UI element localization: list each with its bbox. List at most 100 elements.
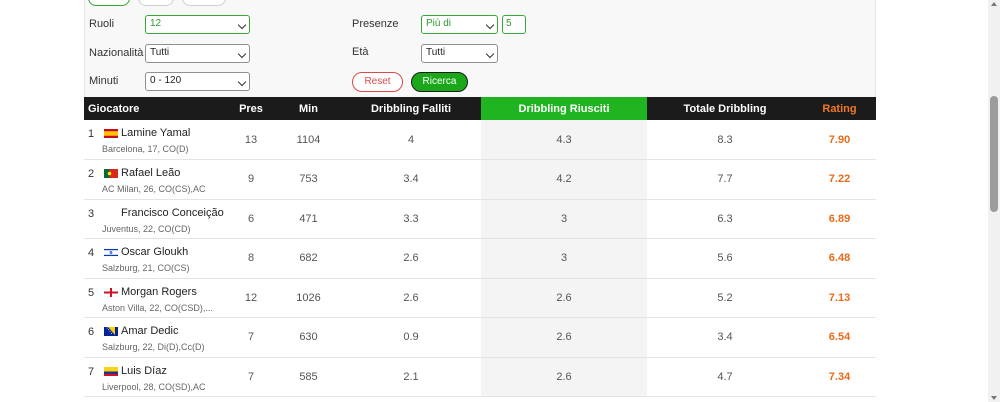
- dribbling-total-cell: 7.7: [647, 159, 803, 200]
- player-position-number: 4: [88, 247, 95, 259]
- rating-cell: 7.13: [803, 278, 876, 318]
- table-row[interactable]: 3 Francisco Conceição Juventus, 22, CO(CD)…: [84, 199, 876, 239]
- player-club-info: Salzburg, 21, CO(CS): [102, 263, 190, 273]
- header-dribbling-failed[interactable]: Dribbling Falliti: [341, 97, 481, 120]
- nazionalita-select[interactable]: Tutti: [145, 44, 250, 63]
- header-dribbling-success[interactable]: Dribbling Riusciti: [481, 97, 647, 120]
- dribbling-failed-cell: 2.6: [341, 278, 481, 318]
- spain-flag-icon: [104, 129, 118, 138]
- pres-cell: 7: [226, 357, 276, 397]
- table-row[interactable]: 2 Rafael Leão AC Milan, 26, CO(CS),AC 9 753 3…: [84, 159, 876, 200]
- page-scrollbar[interactable]: [988, 0, 1000, 402]
- player-name-link[interactable]: Lamine Yamal: [121, 127, 190, 139]
- player-position-number: 2: [88, 168, 95, 180]
- min-cell: 585: [276, 357, 341, 397]
- player-club-info: Juventus, 22, CO(CD): [102, 223, 191, 234]
- minuti-label: Minuti: [89, 75, 119, 87]
- presenze-select[interactable]: Più di: [421, 15, 498, 34]
- nazionalita-label: Nazionalità: [89, 47, 144, 59]
- england-flag-icon: [103, 287, 119, 297]
- portugal-flag-icon: [104, 169, 118, 178]
- player-name-link[interactable]: Luis Díaz: [121, 365, 167, 377]
- rating-cell: 7.22: [803, 159, 876, 200]
- dribbling-success-cell: 3: [481, 238, 647, 279]
- player-name-link[interactable]: Oscar Gloukh: [121, 246, 188, 258]
- minuti-value: 0 - 120: [150, 75, 182, 86]
- player-name-link[interactable]: Amar Dedic: [121, 325, 178, 337]
- dribbling-success-cell: 4.3: [481, 120, 647, 160]
- dribbling-failed-cell: 2.1: [341, 357, 481, 397]
- dribbling-failed-cell: 3.4: [341, 159, 481, 200]
- table-row[interactable]: 4 Oscar Gloukh Salzburg, 21, CO(CS) 8 682 2.6…: [84, 238, 876, 279]
- minuti-select[interactable]: 0 - 120: [145, 72, 250, 91]
- player-position-number: 3: [88, 207, 95, 220]
- table-row[interactable]: 1 Lamine Yamal Barcelona, 17, CO(D) 13 1104 4…: [84, 120, 876, 160]
- chevron-down-icon: [237, 49, 247, 59]
- header-dribbling-total[interactable]: Totale Dribbling: [647, 97, 803, 120]
- dribbling-failed-cell: 2.6: [341, 238, 481, 279]
- reset-button[interactable]: Reset: [352, 72, 403, 92]
- rating-cell: 7.90: [803, 120, 876, 160]
- player-position-number: 1: [88, 128, 95, 140]
- pres-cell: 8: [226, 238, 276, 279]
- dribbling-failed-cell: 4: [341, 120, 481, 160]
- eta-select[interactable]: Tutti: [421, 44, 498, 63]
- player-cell: 3 Francisco Conceição Juventus, 22, CO(CD): [84, 199, 226, 239]
- chevron-down-icon: [485, 49, 495, 59]
- eta-value: Tutti: [426, 47, 446, 58]
- header-pres[interactable]: Pres: [226, 97, 276, 120]
- colombia-flag-icon: [104, 366, 118, 376]
- table-row[interactable]: 5 Morgan Rogers Aston Villa, 22, CO(CSD),.…: [84, 278, 876, 318]
- player-cell: 2 Rafael Leão AC Milan, 26, CO(CS),AC: [84, 159, 226, 200]
- min-cell: 471: [276, 199, 341, 239]
- scrollbar-thumb[interactable]: [990, 96, 998, 212]
- ruoli-value: 12: [150, 18, 162, 29]
- presenze-value: Più di: [426, 18, 452, 29]
- chevron-down-icon: [237, 20, 247, 30]
- player-cell: 7 Luis Díaz Liverpool, 28, CO(SD),AC: [84, 357, 226, 397]
- rating-cell: 6.89: [803, 199, 876, 239]
- rating-cell: 6.54: [803, 317, 876, 358]
- scroll-up-arrow-icon[interactable]: [991, 2, 997, 6]
- dribbling-success-cell: 2.6: [481, 357, 647, 397]
- top-tab-active[interactable]: [88, 0, 130, 6]
- pres-cell: 7: [226, 317, 276, 358]
- min-cell: 630: [276, 317, 341, 358]
- pres-cell: 12: [226, 278, 276, 318]
- player-position-number: 7: [88, 365, 95, 378]
- header-rating[interactable]: Rating: [803, 97, 876, 120]
- dribbling-total-cell: 6.3: [647, 199, 803, 239]
- dribbling-success-cell: 2.6: [481, 278, 647, 318]
- chevron-down-icon: [485, 20, 495, 30]
- bosnia-flag-icon: [104, 327, 118, 336]
- player-position-number: 6: [88, 326, 95, 338]
- table-header-row: Giocatore Pres Min Dribbling Falliti Dri…: [84, 97, 876, 120]
- presenze-count-input[interactable]: 5: [502, 15, 526, 34]
- scroll-down-arrow-icon[interactable]: [991, 396, 997, 400]
- table-row[interactable]: 7 Luis Díaz Liverpool, 28, CO(SD),AC 7 585 2.…: [84, 357, 876, 397]
- player-club-info: Barcelona, 17, CO(D): [102, 144, 189, 154]
- player-position-number: 5: [88, 286, 95, 299]
- player-name-link[interactable]: Rafael Leão: [121, 167, 180, 179]
- dribbling-success-cell: 2.6: [481, 317, 647, 358]
- top-tab[interactable]: [182, 0, 226, 6]
- dribbling-success-cell: 3: [481, 199, 647, 239]
- top-tab[interactable]: [138, 0, 174, 6]
- chevron-down-icon: [237, 77, 247, 87]
- dribbling-failed-cell: 3.3: [341, 199, 481, 239]
- ruoli-label: Ruoli: [89, 18, 115, 30]
- min-cell: 1026: [276, 278, 341, 318]
- player-name-link[interactable]: Francisco Conceição: [121, 207, 224, 219]
- search-button[interactable]: Ricerca: [411, 72, 468, 92]
- rating-cell: 6.48: [803, 238, 876, 279]
- player-name-link[interactable]: Morgan Rogers: [121, 286, 197, 298]
- player-cell: 6 Amar Dedic Salzburg, 22, Di(D),Cc(D): [84, 317, 226, 358]
- pres-cell: 9: [226, 159, 276, 200]
- dribbling-success-cell: 4.2: [481, 159, 647, 200]
- header-player[interactable]: Giocatore: [84, 97, 226, 120]
- header-min[interactable]: Min: [276, 97, 341, 120]
- table-row[interactable]: 6 Amar Dedic Salzburg, 22, Di(D),Cc(D) 7 630…: [84, 317, 876, 358]
- dribbling-total-cell: 5.2: [647, 278, 803, 318]
- dribbling-total-cell: 8.3: [647, 120, 803, 160]
- ruoli-select[interactable]: 12: [145, 15, 250, 34]
